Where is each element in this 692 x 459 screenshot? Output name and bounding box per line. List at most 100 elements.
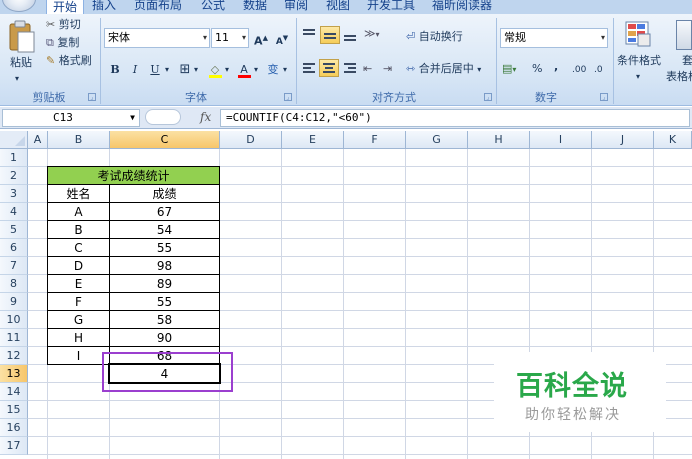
conditional-format-button[interactable]: 条件格式 — [617, 54, 661, 68]
name-cell[interactable]: D — [47, 256, 110, 275]
tab-view[interactable]: 视图 — [326, 0, 350, 13]
column-header-f[interactable]: F — [344, 131, 406, 149]
row-header-16[interactable]: 16 — [0, 419, 28, 437]
tab-developer[interactable]: 开发工具 — [367, 0, 415, 13]
row-header-17[interactable]: 17 — [0, 437, 28, 455]
name-cell[interactable]: G — [47, 310, 110, 329]
cut-button[interactable]: ✂ 剪切 — [46, 18, 81, 32]
conditional-format-icon[interactable] — [624, 20, 654, 50]
column-header-k[interactable]: K — [654, 131, 692, 149]
score-cell[interactable]: 58 — [109, 310, 220, 329]
row-header-1[interactable]: 1 — [0, 149, 28, 167]
font-color-button[interactable]: A — [235, 60, 253, 80]
font-name-combo[interactable]: 宋体 ▾ — [104, 28, 210, 48]
align-bottom-button[interactable] — [341, 26, 359, 44]
row-header-4[interactable]: 4 — [0, 203, 28, 221]
copy-button[interactable]: ⧉ 复制 — [46, 36, 79, 50]
align-top-button[interactable] — [300, 26, 318, 44]
orientation-button[interactable]: ≫▾ — [364, 27, 380, 42]
merge-center-button[interactable]: ⇿ 合并后居中 ▾ — [406, 62, 481, 77]
bold-button[interactable]: B — [106, 60, 124, 80]
column-header-c[interactable]: C — [110, 131, 220, 149]
tab-home[interactable]: 开始 — [46, 0, 85, 14]
percent-style-button[interactable]: % — [532, 62, 542, 76]
name-box[interactable]: C13 ▼ — [2, 109, 140, 127]
name-cell[interactable]: A — [47, 202, 110, 221]
fill-color-button[interactable]: ◇ — [206, 60, 224, 80]
column-header-g[interactable]: G — [406, 131, 468, 149]
column-header-j[interactable]: J — [592, 131, 654, 149]
number-format-combo[interactable]: 常规 ▾ — [500, 28, 608, 48]
column-header-i[interactable]: I — [530, 131, 592, 149]
decrease-indent-icon[interactable]: ⇤ — [363, 62, 372, 76]
tab-formulas[interactable]: 公式 — [201, 0, 225, 13]
italic-button[interactable]: I — [126, 60, 144, 80]
number-launcher-icon[interactable]: ⌟ — [600, 93, 608, 101]
underline-dropdown-icon[interactable]: ▾ — [165, 63, 169, 77]
tab-insert[interactable]: 插入 — [92, 0, 116, 13]
name-cell[interactable]: C — [47, 238, 110, 257]
row-header-15[interactable]: 15 — [0, 401, 28, 419]
row-header-13[interactable]: 13 — [0, 365, 28, 383]
column-header-a[interactable]: A — [28, 131, 48, 149]
score-cell[interactable]: 90 — [109, 328, 220, 347]
format-as-table-label[interactable]: 套用 — [682, 54, 692, 68]
header-name-cell[interactable]: 姓名 — [47, 184, 110, 203]
name-cell[interactable]: I — [47, 346, 110, 365]
worksheet-grid[interactable]: A B C D E F G H I J K 1 2 3 4 5 6 7 8 9 … — [0, 131, 692, 459]
header-score-cell[interactable]: 成绩 — [109, 184, 220, 203]
name-cell[interactable]: H — [47, 328, 110, 347]
format-painter-button[interactable]: ✎ 格式刷 — [46, 54, 92, 68]
row-header-7[interactable]: 7 — [0, 257, 28, 275]
underline-button[interactable]: U — [146, 60, 164, 80]
insert-function-button[interactable]: fx — [200, 110, 211, 124]
decrease-decimal-button[interactable]: .0 — [594, 63, 603, 77]
tab-review[interactable]: 审阅 — [284, 0, 308, 13]
align-left-button[interactable] — [300, 60, 318, 78]
font-size-combo[interactable]: 11 ▾ — [211, 28, 249, 48]
shrink-font-button[interactable]: A▼ — [273, 28, 291, 48]
score-cell[interactable]: 89 — [109, 274, 220, 293]
column-header-e[interactable]: E — [282, 131, 344, 149]
office-button[interactable] — [2, 0, 36, 12]
alignment-launcher-icon[interactable]: ⌟ — [484, 93, 492, 101]
score-cell[interactable]: 54 — [109, 220, 220, 239]
comma-style-button[interactable]: , — [554, 60, 558, 74]
align-right-button[interactable] — [341, 60, 359, 78]
align-center-button[interactable] — [319, 59, 339, 77]
score-cell[interactable]: 98 — [109, 256, 220, 275]
formula-cancel-area[interactable] — [145, 109, 181, 125]
row-header-9[interactable]: 9 — [0, 293, 28, 311]
name-cell[interactable]: B — [47, 220, 110, 239]
font-launcher-icon[interactable]: ⌟ — [284, 93, 292, 101]
score-cell[interactable]: 55 — [109, 238, 220, 257]
format-as-table-icon[interactable] — [676, 20, 692, 50]
tab-page-layout[interactable]: 页面布局 — [134, 0, 182, 13]
tab-data[interactable]: 数据 — [243, 0, 267, 13]
name-cell[interactable]: F — [47, 292, 110, 311]
row-header-6[interactable]: 6 — [0, 239, 28, 257]
score-cell[interactable]: 67 — [109, 202, 220, 221]
row-header-3[interactable]: 3 — [0, 185, 28, 203]
formula-input[interactable]: =COUNTIF(C4:C12,"<60") — [220, 109, 690, 127]
accounting-format-button[interactable]: ▤▾ — [502, 62, 516, 77]
increase-indent-icon[interactable]: ⇥ — [383, 62, 392, 76]
row-header-2[interactable]: 2 — [0, 167, 28, 185]
border-button[interactable]: ⊞ — [176, 60, 194, 80]
row-header-10[interactable]: 10 — [0, 311, 28, 329]
clipboard-launcher-icon[interactable]: ⌟ — [88, 93, 96, 101]
wrap-text-button[interactable]: ⏎ 自动换行 — [406, 30, 463, 44]
phonetic-dropdown-icon[interactable]: ▾ — [283, 63, 287, 77]
increase-decimal-button[interactable]: .00 — [572, 63, 586, 77]
phonetic-button[interactable]: 变 — [264, 60, 282, 80]
border-dropdown-icon[interactable]: ▾ — [194, 63, 198, 77]
fill-dropdown-icon[interactable]: ▾ — [225, 63, 229, 77]
select-all-button[interactable] — [0, 131, 28, 149]
grow-font-button[interactable]: A▲ — [252, 28, 270, 48]
column-header-b[interactable]: B — [48, 131, 110, 149]
name-cell[interactable]: E — [47, 274, 110, 293]
tab-foxit-reader[interactable]: 福昕阅读器 — [432, 0, 492, 13]
column-header-h[interactable]: H — [468, 131, 530, 149]
row-header-5[interactable]: 5 — [0, 221, 28, 239]
table-title-cell[interactable]: 考试成绩统计 — [47, 166, 220, 185]
